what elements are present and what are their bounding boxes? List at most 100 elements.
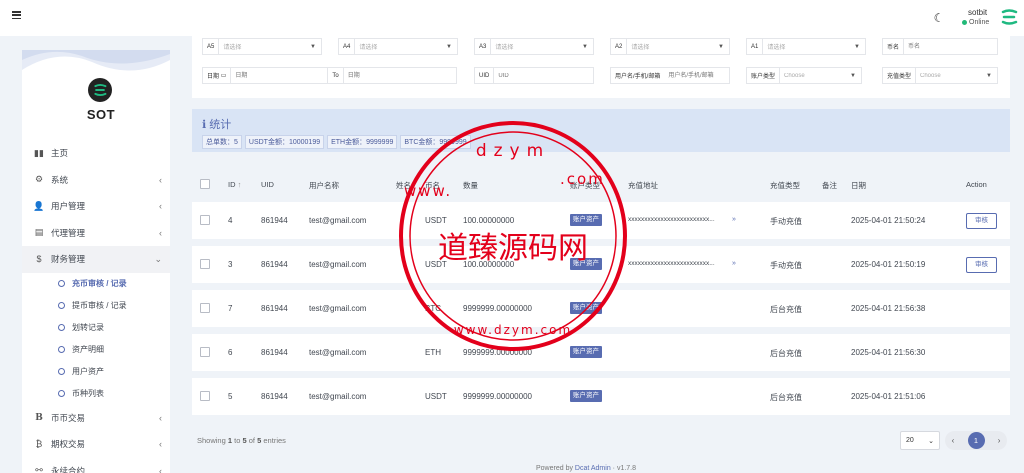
sidebar-subitem-withdraw-audit[interactable]: 提币审核 / 记录 [22,295,170,317]
user-status: Online [962,19,989,26]
sidebar-item-users[interactable]: 👤 用户管理 ‹ [22,193,170,220]
sidebar-subitem-user-assets[interactable]: 用户资产 [22,361,170,383]
top-navbar: ☾ sotbit Online [0,0,1024,36]
next-page-icon[interactable]: › [998,436,1001,445]
column-remark: 备注 [822,181,837,190]
table-row: 6 861944 test@gmail.com ETH 9999999.0000… [192,334,1010,371]
chevron-left-icon: ‹ [159,201,162,211]
account-type-badge: 账户资产 [570,258,602,270]
column-id[interactable]: ID ↑ [228,180,241,189]
id-card-icon: ▤ [34,227,44,238]
circle-icon [58,302,65,309]
link-icon: ⚯ [35,465,43,473]
table-row: 5 861944 test@gmail.com USDT 9999999.000… [192,378,1010,415]
date-to-input[interactable] [343,68,456,83]
circle-icon [58,280,65,287]
audit-button[interactable]: 审核 [966,257,997,273]
sidebar-item-options-trading[interactable]: ₿ 期权交易 ‹ [22,431,170,458]
sidebar-item-agents[interactable]: ▤ 代理管理 ‹ [22,220,170,247]
filter-uid: UID [474,67,594,84]
account-type-badge: 账户资产 [570,214,602,226]
column-amount: 数量 [463,181,478,190]
column-action: Action [966,180,987,189]
per-page-select[interactable]: 20 ⌄ [900,431,940,450]
stat-btc-amount: BTC金额：9999999 [400,135,471,149]
address-text: xxxxxxxxxxxxxxxxxxxxxxxxx... [628,260,715,267]
chevron-left-icon: ‹ [159,439,162,449]
sidebar-item-perpetual[interactable]: ⚯ 永续合约 ‹ [22,458,170,473]
table-row: 4 861944 test@gmail.com USDT 100.0000000… [192,202,1010,239]
stats-panel: ℹ 统计 总单数：5 USDT金额：10000199 ETH金额：9999999… [192,109,1010,152]
row-checkbox[interactable] [200,303,210,313]
stats-title: ℹ 统计 [202,119,232,131]
account-type-badge: 账户资产 [570,346,602,358]
user-avatar[interactable] [1000,8,1018,26]
calendar-icon: ▭ [220,73,227,79]
stat-total-orders: 总单数：5 [202,135,242,149]
column-recharge-type: 充值类型 [770,181,800,190]
chevron-left-icon: ‹ [159,412,162,423]
column-account-type: 账户类型 [570,181,600,190]
caret-down-icon: ▼ [446,43,452,50]
circle-icon [58,346,65,353]
select-all-checkbox[interactable] [200,179,210,189]
user-icon: 👤 [33,200,45,211]
caret-down-icon: ▼ [718,43,724,50]
dcat-admin-link[interactable]: Dcat Admin [575,465,611,472]
caret-down-icon: ▼ [582,43,588,50]
sidebar-item-system[interactable]: ⚙ 系统 ‹ [22,167,170,194]
row-checkbox[interactable] [200,215,210,225]
filter-account-type[interactable]: 账户类型 Choose ▼ [746,67,862,84]
row-checkbox[interactable] [200,259,210,269]
circle-icon [58,390,65,397]
info-icon: ℹ [202,119,207,131]
filter-a4[interactable]: A4 请选择 ▼ [338,38,458,55]
sidebar: SOT ▮▮ 主页 ⚙ 系统 ‹ 👤 用户管理 ‹ ▤ 代理管理 ‹ $ 财务管… [22,50,170,473]
sidebar-menu: ▮▮ 主页 ⚙ 系统 ‹ 👤 用户管理 ‹ ▤ 代理管理 ‹ $ 财务管理 ⌄ … [22,140,170,473]
stat-usdt-amount: USDT金额：10000199 [244,135,325,149]
coin-name-input[interactable] [904,39,997,54]
date-from-input[interactable] [231,68,328,83]
expand-icon[interactable]: » [732,216,736,223]
filter-panel: A5 请选择 ▼ A4 请选择 ▼ A3 请选择 ▼ A2 请选择 ▼ A1 请选择 ▼ … [192,36,1010,98]
chevron-down-icon: ⌄ [928,437,934,445]
sidebar-subitem-coin-list[interactable]: 币种列表 [22,383,170,405]
bar-chart-icon: ▮▮ [34,147,44,158]
user-input[interactable] [664,68,747,83]
column-username: 用户名称 [309,181,339,190]
sidebar-item-spot-trading[interactable]: B 币币交易 ‹ [22,405,170,432]
menu-toggle-icon[interactable] [12,11,21,19]
filter-a5[interactable]: A5 请选择 ▼ [202,38,322,55]
filter-a1[interactable]: A1 请选择 ▼ [746,38,866,55]
filter-user: 用户名/手机/邮箱 [610,67,747,84]
filter-a2[interactable]: A2 请选择 ▼ [610,38,730,55]
row-checkbox[interactable] [200,347,210,357]
dark-mode-icon[interactable]: ☾ [932,11,946,25]
row-checkbox[interactable] [200,391,210,401]
circle-icon [58,368,65,375]
audit-button[interactable]: 审核 [966,213,997,229]
prev-page-icon[interactable]: ‹ [952,436,955,445]
filter-coin-name[interactable]: 币名 [882,38,998,55]
sidebar-item-home[interactable]: ▮▮ 主页 [22,140,170,167]
user-name[interactable]: sotbit [968,8,987,17]
chevron-left-icon: ‹ [159,465,162,473]
filter-recharge-type[interactable]: 充值类型 Choose ▼ [882,67,998,84]
filter-a3[interactable]: A3 请选择 ▼ [474,38,594,55]
caret-down-icon: ▼ [850,72,856,79]
sidebar-subitem-transfer-records[interactable]: 划转记录 [22,317,170,339]
column-name: 姓名 [396,181,411,190]
sidebar-subitem-recharge-audit[interactable]: 充币审核 / 记录 [22,273,170,295]
chevron-left-icon: ‹ [159,174,162,185]
caret-down-icon: ▼ [310,43,316,50]
expand-icon[interactable]: » [732,260,736,267]
brand-name: SOT [86,107,116,122]
column-uid: UID [261,180,274,189]
uid-input[interactable] [494,68,593,83]
brand-logo [88,78,112,102]
sidebar-subitem-asset-details[interactable]: 资产明细 [22,339,170,361]
column-date: 日期 [851,181,866,190]
sidebar-item-finance[interactable]: $ 财务管理 ⌄ [22,246,170,273]
column-coin: 币名 [425,181,440,190]
page-1-button[interactable]: 1 [967,432,985,449]
